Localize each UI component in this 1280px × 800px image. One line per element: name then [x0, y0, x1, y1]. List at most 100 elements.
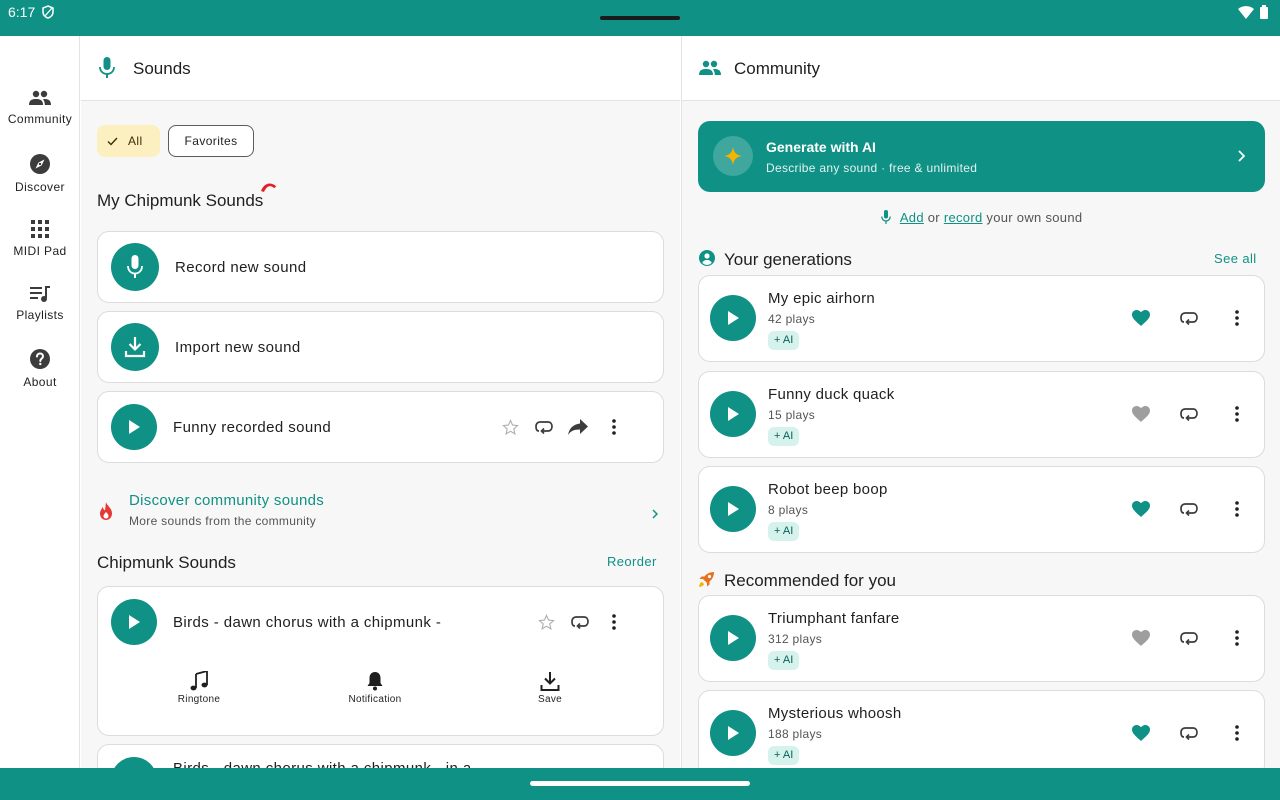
record-label: Record new sound: [175, 259, 307, 276]
community-pane: Community Generate with AI Describe any …: [681, 36, 1280, 768]
recommended-card[interactable]: Mysterious whoosh 188 plays + AI: [698, 690, 1265, 768]
play-button[interactable]: [111, 404, 157, 450]
chip-favorites[interactable]: Favorites: [168, 125, 254, 157]
loop-icon: [1180, 408, 1198, 422]
community-header: Community: [682, 36, 1280, 101]
recorded-sound-card[interactable]: Funny recorded sound: [97, 391, 664, 463]
rail-item-about[interactable]: About: [0, 349, 80, 409]
record-link[interactable]: record: [944, 210, 983, 225]
import-card[interactable]: Import new sound: [97, 311, 664, 383]
mic-icon: [99, 57, 115, 84]
rail-item-midi-pad[interactable]: MIDI Pad: [0, 220, 80, 280]
loop-button[interactable]: [1175, 624, 1203, 652]
loop-button[interactable]: [1175, 719, 1203, 747]
generations-title: Your generations: [724, 250, 852, 269]
play-button[interactable]: [710, 391, 756, 437]
wifi-icon: [1238, 5, 1254, 24]
loop-icon: [571, 616, 589, 630]
record-button[interactable]: [111, 243, 159, 291]
discover-community-row[interactable]: Discover community sounds More sounds fr…: [97, 486, 664, 536]
sound-card[interactable]: Birds - dawn chorus with a chipmunk - Ri…: [97, 586, 664, 736]
sound-card[interactable]: Birds - dawn chorus with a chipmunk - in…: [97, 744, 664, 768]
chip-all[interactable]: All: [97, 125, 160, 157]
download-icon: [124, 337, 146, 358]
loop-icon: [1180, 632, 1198, 646]
loop-button[interactable]: [1175, 400, 1203, 428]
play-button[interactable]: [710, 615, 756, 661]
favorite-button[interactable]: [532, 608, 560, 636]
like-button[interactable]: [1127, 719, 1155, 747]
sounds-header: Sounds: [81, 36, 680, 101]
see-all-button[interactable]: See all: [1214, 251, 1257, 266]
generation-plays: 15 plays: [768, 408, 816, 422]
sounds-title: Sounds: [133, 59, 191, 78]
loop-button[interactable]: [566, 608, 594, 636]
ai-badge: + AI: [768, 522, 800, 541]
bell-icon: [367, 672, 383, 691]
playlist-icon: [30, 286, 50, 302]
play-button[interactable]: [710, 486, 756, 532]
more-vert-icon: [612, 614, 616, 630]
recommended-card[interactable]: Triumphant fanfare 312 plays + AI: [698, 595, 1265, 682]
generation-card[interactable]: My epic airhorn 42 plays + AI: [698, 275, 1265, 362]
rail-label: Community: [7, 112, 73, 126]
play-button[interactable]: [111, 757, 157, 768]
gesture-handle[interactable]: [530, 781, 750, 786]
more-button[interactable]: [600, 608, 628, 636]
ai-badge: + AI: [768, 331, 800, 350]
import-button[interactable]: [111, 323, 159, 371]
generation-card[interactable]: Funny duck quack 15 plays + AI: [698, 371, 1265, 458]
more-button[interactable]: [1223, 495, 1251, 523]
recommended-title: Recommended for you: [724, 571, 896, 590]
more-button[interactable]: [1223, 400, 1251, 428]
more-vert-icon: [1235, 725, 1239, 741]
discover-subtitle: More sounds from the community: [129, 514, 317, 528]
like-button[interactable]: [1127, 624, 1155, 652]
rail-label: About: [23, 375, 57, 389]
add-link[interactable]: Add: [900, 210, 924, 225]
more-button[interactable]: [600, 413, 628, 441]
heart-icon: [1132, 630, 1150, 646]
favorite-button[interactable]: [496, 413, 524, 441]
save-action[interactable]: Save: [505, 671, 595, 705]
more-button[interactable]: [1223, 624, 1251, 652]
ringtone-action[interactable]: Ringtone: [154, 671, 244, 705]
top-handle: [600, 16, 680, 20]
add-record-line: Add or record your own sound: [682, 210, 1280, 225]
save-label: Save: [538, 694, 562, 705]
record-card[interactable]: Record new sound: [97, 231, 664, 303]
battery-icon: [1260, 5, 1268, 24]
like-button[interactable]: [1127, 304, 1155, 332]
like-button[interactable]: [1127, 495, 1155, 523]
more-button[interactable]: [1223, 719, 1251, 747]
navigation-rail: Community Discover MIDI Pad Playlists Ab…: [0, 36, 80, 768]
add-rest-text: your own sound: [982, 210, 1083, 225]
recommended-title-text: Mysterious whoosh: [768, 705, 902, 722]
rail-item-discover[interactable]: Discover: [0, 154, 80, 214]
generate-ai-banner[interactable]: Generate with AI Describe any sound · fr…: [698, 121, 1265, 192]
loop-button[interactable]: [1175, 304, 1203, 332]
like-button[interactable]: [1127, 400, 1155, 428]
more-button[interactable]: [1223, 304, 1251, 332]
sparkle-icon: [713, 136, 753, 176]
reorder-button[interactable]: Reorder: [607, 554, 657, 569]
loop-button[interactable]: [1175, 495, 1203, 523]
more-vert-icon: [612, 419, 616, 435]
chipmunk-sounds-title: Chipmunk Sounds: [97, 553, 236, 572]
rail-item-community[interactable]: Community: [0, 90, 80, 150]
mic-icon: [880, 210, 891, 224]
play-button[interactable]: [710, 295, 756, 341]
notification-action[interactable]: Notification: [330, 671, 420, 705]
share-button[interactable]: [564, 413, 592, 441]
play-button[interactable]: [111, 599, 157, 645]
santa-hat-icon: [259, 180, 279, 198]
status-bar: 6:17: [0, 0, 1280, 36]
loop-icon: [1180, 312, 1198, 326]
rail-label: Discover: [15, 180, 65, 194]
generation-card[interactable]: Robot beep boop 8 plays + AI: [698, 466, 1265, 553]
rail-item-playlists[interactable]: Playlists: [0, 286, 80, 346]
play-button[interactable]: [710, 710, 756, 756]
loop-button[interactable]: [530, 413, 558, 441]
heart-filled-icon: [1132, 501, 1150, 517]
add-or-text: or: [923, 210, 944, 225]
